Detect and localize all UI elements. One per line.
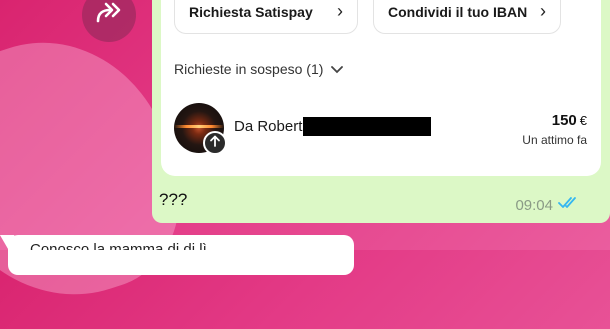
amount-value: 150 bbox=[551, 112, 577, 129]
message-meta: 09:04 bbox=[515, 196, 580, 215]
next-message-bubble[interactable]: Conosco la mamma di di lì bbox=[0, 235, 354, 275]
redaction-bar bbox=[303, 117, 431, 136]
share-iban-label: Condividi il tuo IBAN bbox=[388, 3, 528, 20]
chevron-down-icon bbox=[331, 61, 344, 77]
request-sender: Da Robert bbox=[234, 118, 303, 135]
double-check-icon bbox=[558, 196, 580, 215]
amount-currency: € bbox=[579, 113, 587, 128]
forward-button[interactable] bbox=[82, 0, 136, 42]
pending-requests-toggle[interactable]: Richieste in sospeso (1) bbox=[174, 61, 344, 77]
message-bubble[interactable]: Richiesta Satispay › Condividi il tuo IB… bbox=[152, 0, 610, 223]
outgoing-badge bbox=[203, 131, 227, 155]
satispay-request-label: Richiesta Satispay bbox=[189, 3, 313, 20]
message-text: ??? bbox=[159, 190, 188, 209]
request-time: Un attimo fa bbox=[522, 133, 587, 147]
arrow-up-icon bbox=[209, 134, 221, 152]
satispay-request-button[interactable]: Richiesta Satispay › bbox=[174, 0, 358, 34]
chevron-right-icon: › bbox=[337, 1, 343, 21]
next-message-text: Conosco la mamma di di lì bbox=[30, 241, 207, 250]
chevron-right-icon: › bbox=[540, 1, 546, 21]
share-iban-button[interactable]: Condividi il tuo IBAN › bbox=[373, 0, 561, 34]
request-amount: 150 € Un attimo fa bbox=[522, 112, 587, 147]
payment-card: Richiesta Satispay › Condividi il tuo IB… bbox=[161, 0, 601, 176]
avatar-sunset bbox=[174, 125, 224, 128]
pending-requests-label: Richieste in sospeso (1) bbox=[174, 61, 324, 77]
message-timestamp: 09:04 bbox=[515, 197, 553, 214]
forward-icon bbox=[94, 1, 124, 30]
